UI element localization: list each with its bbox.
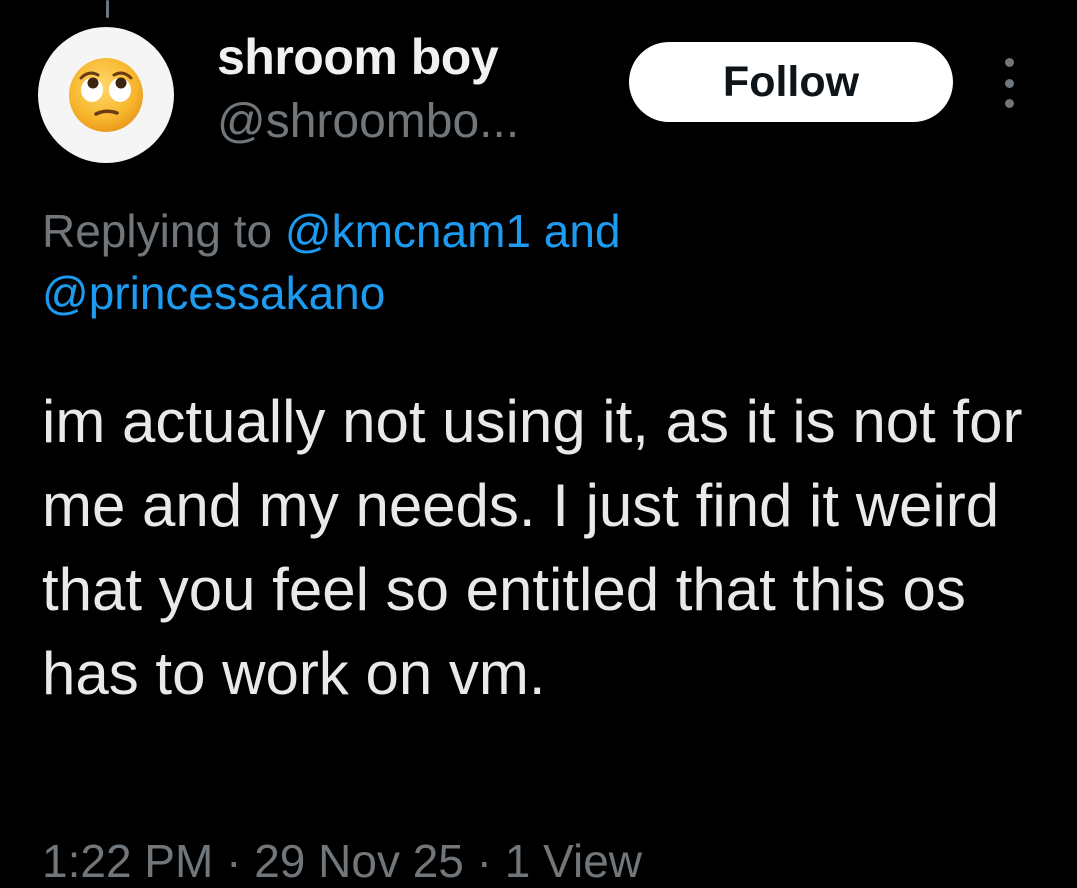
more-dot bbox=[1004, 99, 1014, 108]
more-options-icon[interactable] bbox=[994, 58, 1024, 108]
author-handle[interactable]: @shroombo... bbox=[217, 94, 519, 149]
mention-conjunction: and bbox=[531, 205, 621, 257]
rolling-eyes-emoji-icon bbox=[69, 58, 143, 132]
reply-prefix: Replying to bbox=[42, 205, 285, 257]
reply-context: Replying to @kmcnam1 and @princessakano bbox=[42, 200, 1042, 324]
mention-princessakano[interactable]: @princessakano bbox=[42, 267, 385, 319]
mention-kmcnam1[interactable]: @kmcnam1 bbox=[285, 205, 531, 257]
more-dot bbox=[1004, 78, 1014, 88]
avatar[interactable] bbox=[38, 27, 174, 163]
tweet-text: im actually not using it, as it is not f… bbox=[42, 388, 1023, 707]
more-dot bbox=[1004, 58, 1014, 67]
follow-button[interactable]: Follow bbox=[629, 42, 953, 122]
author-display-name[interactable]: shroom boy bbox=[217, 28, 499, 86]
thread-connector-line bbox=[106, 0, 109, 18]
tweet-meta: 1:22 PM · 29 Nov 25 · 1 View bbox=[42, 835, 642, 887]
